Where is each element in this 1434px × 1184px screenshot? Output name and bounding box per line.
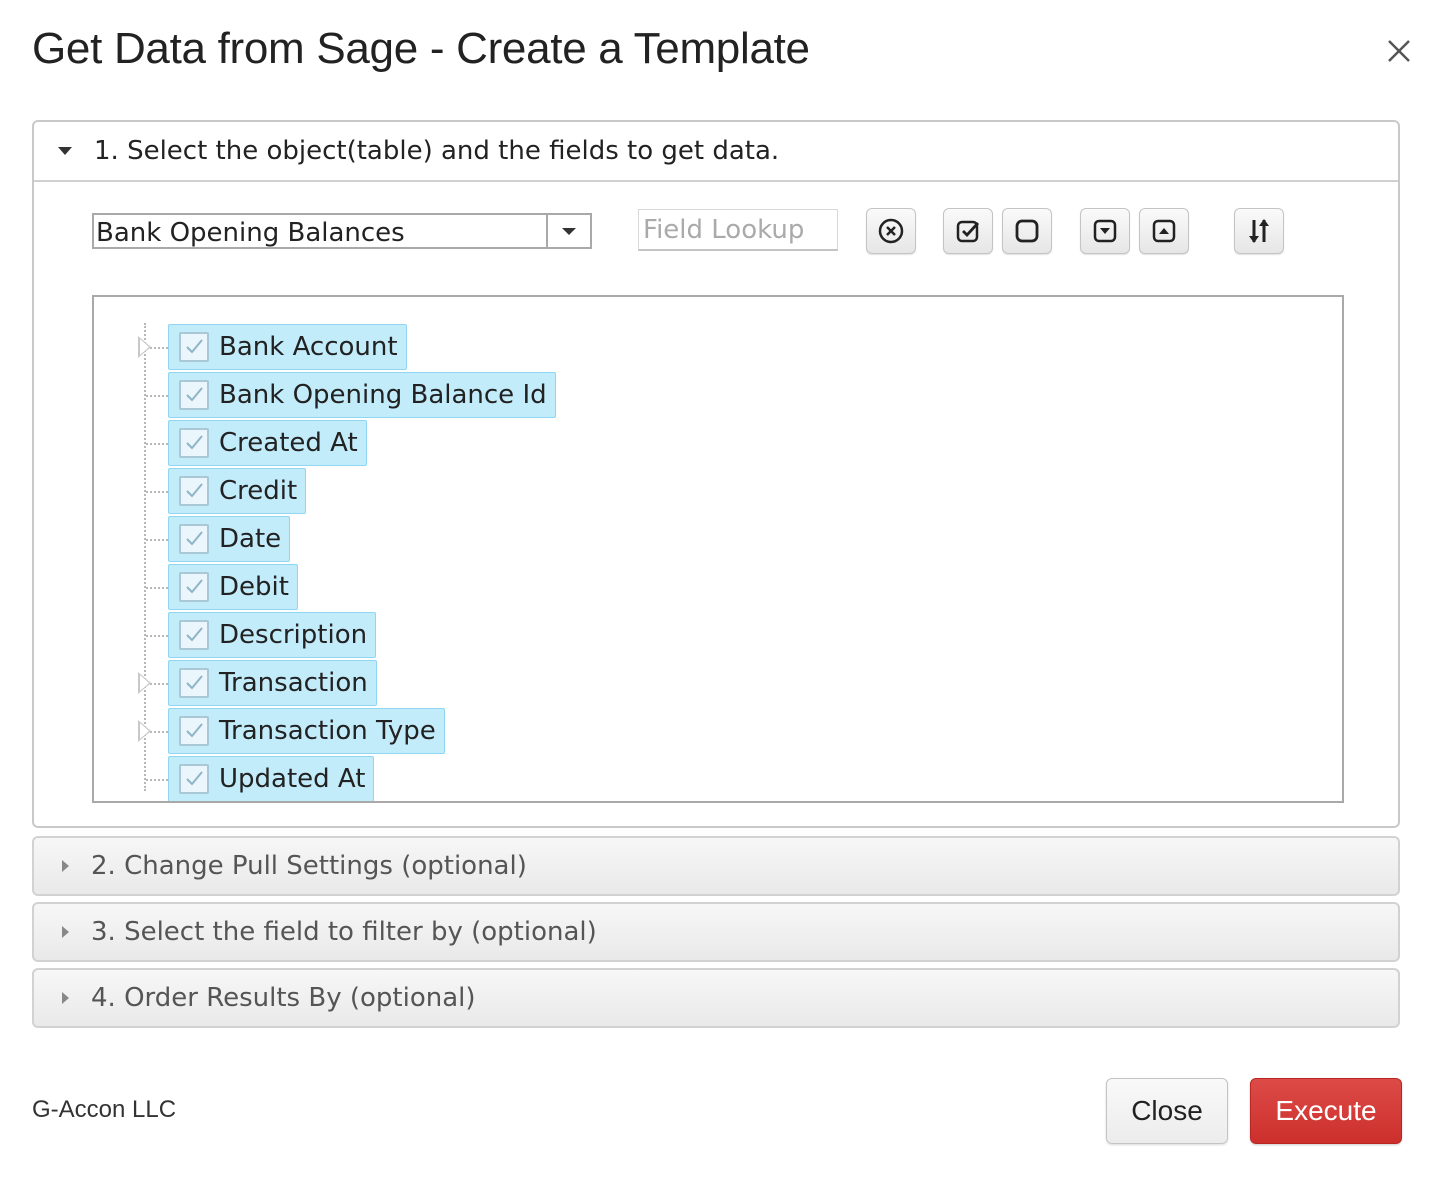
field-label: Transaction	[219, 668, 368, 698]
field-lookup-input[interactable]	[638, 209, 838, 251]
step2-header[interactable]: 2. Change Pull Settings (optional)	[32, 836, 1400, 896]
check-all-button[interactable]	[943, 208, 993, 254]
caret-right-icon	[62, 926, 69, 938]
tree-row: Description	[94, 611, 1342, 659]
uncheck-all-icon	[1015, 219, 1039, 243]
step3-header-label: 3. Select the field to filter by (option…	[91, 917, 597, 947]
dialog-title: Get Data from Sage - Create a Template	[32, 24, 810, 73]
tree-connector	[146, 539, 168, 541]
close-button[interactable]: Close	[1106, 1078, 1228, 1144]
step1-panel: 1. Select the object(table) and the fiel…	[32, 120, 1400, 828]
object-select-value: Bank Opening Balances	[96, 218, 405, 248]
tree-connector	[146, 443, 168, 445]
tree-row: Created At	[94, 419, 1342, 467]
field-checkbox[interactable]	[179, 668, 209, 698]
clear-button[interactable]	[866, 208, 916, 254]
expand-arrow-icon[interactable]	[138, 720, 151, 742]
field-label: Description	[219, 620, 368, 650]
field-tree: Bank Account Bank Opening Balance Id Creat…	[92, 295, 1344, 803]
field-node[interactable]: Updated At	[168, 756, 375, 801]
tree-row: Date	[94, 515, 1342, 563]
checkmark-icon	[186, 387, 203, 402]
field-node[interactable]: Date	[168, 516, 291, 562]
tree-row: Credit	[94, 467, 1342, 515]
object-select[interactable]: Bank Opening Balances	[92, 213, 592, 249]
collapse-all-icon	[1152, 219, 1176, 243]
checkmark-icon	[186, 627, 203, 642]
checkmark-icon	[186, 579, 203, 594]
tree-row: Transaction Type	[94, 707, 1342, 755]
field-node[interactable]: Created At	[168, 420, 367, 466]
company-name: G-Accon LLC	[32, 1096, 177, 1123]
field-node[interactable]: Bank Account	[168, 324, 407, 370]
checkmark-icon	[186, 339, 203, 354]
field-checkbox[interactable]	[179, 380, 209, 410]
field-checkbox[interactable]	[179, 764, 209, 794]
uncheck-all-button[interactable]	[1002, 208, 1052, 254]
expand-arrow-icon[interactable]	[138, 336, 151, 358]
tree-connector	[146, 491, 168, 493]
field-node[interactable]: Transaction	[168, 660, 377, 706]
tree-row: Transaction	[94, 659, 1342, 707]
sort-button[interactable]	[1234, 208, 1284, 254]
step4-header-label: 4. Order Results By (optional)	[91, 983, 476, 1013]
caret-right-icon	[62, 860, 69, 872]
field-checkbox[interactable]	[179, 716, 209, 746]
field-node[interactable]: Bank Opening Balance Id	[168, 372, 556, 418]
close-icon[interactable]	[1384, 36, 1414, 66]
tree-connector	[146, 587, 168, 589]
field-label: Bank Account	[219, 332, 398, 362]
field-checkbox[interactable]	[179, 620, 209, 650]
expand-all-icon	[1093, 219, 1117, 243]
tree-connector	[146, 779, 168, 781]
field-label: Debit	[219, 572, 289, 602]
execute-button[interactable]: Execute	[1250, 1078, 1402, 1144]
field-label: Updated At	[219, 764, 366, 794]
tree-connector	[146, 395, 168, 397]
field-label: Bank Opening Balance Id	[219, 380, 547, 410]
field-checkbox[interactable]	[179, 428, 209, 458]
expand-all-button[interactable]	[1080, 208, 1130, 254]
step3-header[interactable]: 3. Select the field to filter by (option…	[32, 902, 1400, 962]
field-label: Date	[219, 524, 282, 554]
field-checkbox[interactable]	[179, 572, 209, 602]
field-label: Credit	[219, 476, 298, 506]
field-node[interactable]: Credit	[168, 468, 307, 514]
collapse-all-button[interactable]	[1139, 208, 1189, 254]
field-checkbox[interactable]	[179, 524, 209, 554]
expand-arrow-icon[interactable]	[138, 672, 151, 694]
field-label: Created At	[219, 428, 358, 458]
step4-header[interactable]: 4. Order Results By (optional)	[32, 968, 1400, 1028]
check-all-icon	[956, 220, 980, 243]
step2-header-label: 2. Change Pull Settings (optional)	[91, 851, 527, 881]
checkmark-icon	[186, 723, 203, 738]
field-checkbox[interactable]	[179, 332, 209, 362]
checkmark-icon	[186, 531, 203, 546]
field-node[interactable]: Description	[168, 612, 377, 658]
checkmark-icon	[186, 435, 203, 450]
clear-icon	[878, 218, 904, 244]
tree-row: Debit	[94, 563, 1342, 611]
checkmark-icon	[186, 771, 203, 786]
step1-header-label: 1. Select the object(table) and the fiel…	[94, 136, 780, 166]
step1-header[interactable]: 1. Select the object(table) and the fiel…	[34, 122, 1398, 182]
tree-row: Updated At	[94, 755, 1342, 801]
tree-connector	[146, 635, 168, 637]
caret-down-icon	[58, 147, 72, 155]
caret-right-icon	[62, 992, 69, 1004]
field-node[interactable]: Debit	[168, 564, 298, 610]
field-label: Transaction Type	[219, 716, 436, 746]
dropdown-arrow-icon[interactable]	[546, 215, 590, 247]
checkmark-icon	[186, 675, 203, 690]
tree-row: Bank Account	[94, 323, 1342, 371]
sort-icon	[1249, 219, 1269, 243]
field-checkbox[interactable]	[179, 476, 209, 506]
tree-row: Bank Opening Balance Id	[94, 371, 1342, 419]
field-node[interactable]: Transaction Type	[168, 708, 445, 754]
checkmark-icon	[186, 483, 203, 498]
